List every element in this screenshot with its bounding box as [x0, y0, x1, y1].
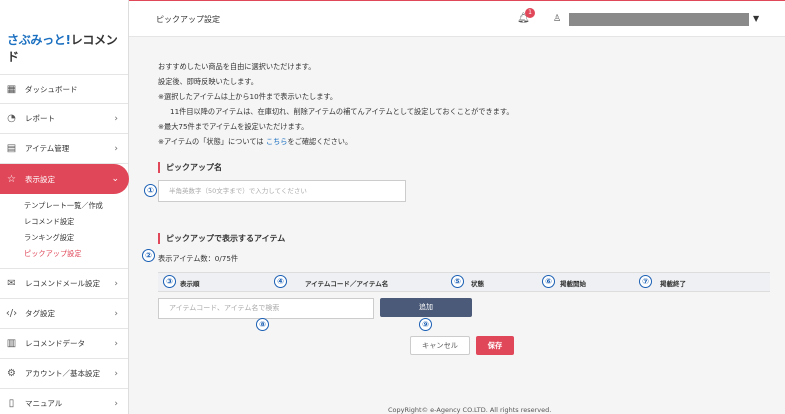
code-icon: ‹/›	[5, 308, 18, 319]
book-icon: ▯	[8, 398, 15, 409]
sidebar-item-label: 表示設定	[25, 174, 55, 184]
status-note: ※アイテムの「状態」については こちらをご確認ください。	[158, 134, 514, 149]
mail-icon: ✉	[7, 278, 16, 289]
sidebar: さぶみっと!レコメンド ▦ ダッシュボード ◔ レポート › ▤ アイテム管理 …	[0, 0, 129, 414]
item-count: 表示アイテム数：0/75件	[158, 254, 239, 263]
chevron-right-icon: ›	[114, 338, 118, 349]
sidebar-item-label: アカウント／基本設定	[25, 369, 100, 378]
pie-chart-icon: ◔	[7, 113, 16, 124]
status-note-prefix: ※アイテムの「状態」については	[158, 137, 264, 146]
subnav-template-list[interactable]: テンプレート一覧／作成	[24, 198, 128, 214]
subnav-pickup-settings[interactable]: ピックアップ設定	[24, 246, 128, 262]
subnav-ranking-settings[interactable]: ランキング設定	[24, 230, 128, 246]
sidebar-item-label: タグ設定	[25, 309, 55, 318]
sidebar-item-recommend-mail[interactable]: ✉ レコメンドメール設定 ›	[0, 269, 128, 299]
gear-icon: ⚙	[7, 368, 16, 379]
status-help-link[interactable]: こちら	[266, 137, 288, 146]
marker-5: ⑤	[451, 275, 464, 288]
page-title: ピックアップ設定	[156, 15, 220, 24]
sidebar-item-label: レコメンドメール設定	[25, 279, 100, 288]
column-status: 状態	[471, 280, 484, 288]
sidebar-item-display-settings[interactable]: ☆ 表示設定 ⌄	[0, 164, 129, 194]
column-start: 掲載開始	[560, 280, 586, 288]
marker-3: ③	[163, 275, 176, 288]
sidebar-item-recommend-data[interactable]: ▥ レコメンドデータ ›	[0, 329, 128, 359]
chevron-right-icon: ›	[114, 113, 118, 124]
add-button[interactable]: 追加	[380, 298, 472, 317]
subnav-recommend-settings[interactable]: レコメンド設定	[24, 214, 128, 230]
description: おすすめしたい商品を自由に選択いただけます。 設定後、即時反映いたします。 ※選…	[158, 59, 514, 149]
chevron-right-icon: ›	[114, 398, 118, 409]
desc-line: 設定後、即時反映いたします。	[158, 77, 258, 86]
dashboard-icon: ▦	[6, 83, 17, 95]
marker-4: ④	[274, 275, 287, 288]
marker-8: ⑧	[256, 318, 269, 331]
notification-badge: 1	[525, 8, 535, 18]
items-table-header: 表示順 アイテムコード／アイテム名 状態 掲載開始 掲載終了	[158, 272, 770, 292]
column-end: 掲載終了	[660, 280, 686, 288]
pickup-name-title: ピックアップ名	[158, 162, 222, 173]
marker-7: ⑦	[639, 275, 652, 288]
chevron-right-icon: ›	[114, 368, 118, 379]
chevron-right-icon: ›	[114, 308, 118, 319]
marker-2: ②	[142, 249, 155, 262]
data-icon: ▥	[6, 338, 17, 349]
header: ピックアップ設定 🔔︎ 1 ♙ ▼	[129, 0, 785, 37]
display-settings-submenu: テンプレート一覧／作成 レコメンド設定 ランキング設定 ピックアップ設定	[0, 194, 128, 269]
sidebar-item-label: レポート	[25, 114, 55, 123]
sidebar-item-label: レコメンドデータ	[25, 339, 85, 348]
user-name-redacted[interactable]	[569, 13, 749, 26]
star-icon: ☆	[7, 173, 16, 185]
desc-line: ※選択したアイテムは上から10件まで表示いたします。	[158, 92, 338, 101]
cancel-button[interactable]: キャンセル	[410, 336, 470, 355]
sidebar-item-tag-settings[interactable]: ‹/› タグ設定 ›	[0, 299, 128, 329]
sidebar-item-report[interactable]: ◔ レポート ›	[0, 104, 128, 134]
marker-1: ①	[144, 184, 157, 197]
sidebar-item-manual[interactable]: ▯ マニュアル ›	[0, 389, 128, 414]
main-content: おすすめしたい商品を自由に選択いただけます。 設定後、即時反映いたします。 ※選…	[129, 37, 785, 414]
chevron-down-icon: ⌄	[111, 174, 119, 184]
sidebar-item-label: アイテム管理	[25, 144, 70, 153]
footer-copyright: CopyRight© e-Agency CO.LTD. All rights r…	[388, 406, 552, 414]
status-note-suffix: をご確認ください。	[287, 137, 353, 146]
desc-line: 11件目以降のアイテムは、在庫切れ、削除アイテムの補てんアイテムとして設定してお…	[170, 107, 514, 116]
sidebar-item-label: ダッシュボード	[25, 84, 78, 94]
sidebar-item-dashboard[interactable]: ▦ ダッシュボード	[0, 74, 128, 104]
chevron-right-icon: ›	[114, 143, 118, 154]
pickup-items-title: ピックアップで表示するアイテム	[158, 233, 285, 244]
user-icon: ♙	[553, 14, 562, 24]
logo[interactable]: さぶみっと!レコメンド	[0, 0, 128, 74]
item-search-input[interactable]: アイテムコード、アイテム名で検索	[158, 298, 374, 319]
column-item-code-name: アイテムコード／アイテム名	[305, 280, 389, 288]
chevron-right-icon: ›	[114, 278, 118, 289]
caret-down-icon[interactable]: ▼	[753, 14, 759, 23]
column-display-order: 表示順	[180, 280, 200, 288]
desc-line: ※最大75件までアイテムを設定いただけます。	[158, 122, 309, 131]
sidebar-item-item-management[interactable]: ▤ アイテム管理 ›	[0, 134, 128, 164]
marker-6: ⑥	[542, 275, 555, 288]
desc-line: おすすめしたい商品を自由に選択いただけます。	[158, 62, 316, 71]
document-icon: ▤	[6, 143, 17, 154]
save-button[interactable]: 保存	[476, 336, 514, 355]
marker-9: ⑨	[419, 318, 432, 331]
sidebar-item-label: マニュアル	[25, 399, 63, 408]
sidebar-item-account-settings[interactable]: ⚙ アカウント／基本設定 ›	[0, 359, 128, 389]
pickup-name-input[interactable]: 半角英数字（50文字まで）で入力してください	[158, 180, 406, 202]
logo-part1: さぶみっと!	[7, 33, 71, 47]
